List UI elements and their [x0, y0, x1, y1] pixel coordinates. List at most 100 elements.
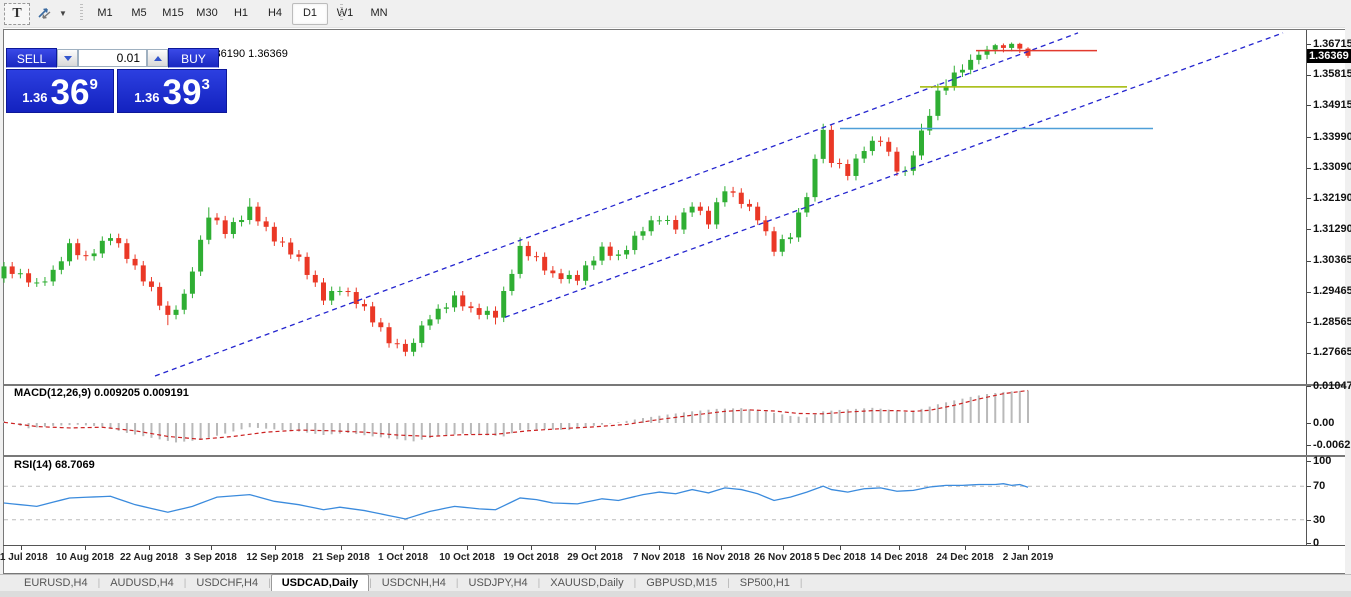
- indicator-tick-label: 30: [1313, 513, 1326, 526]
- price-tick-mark: [1307, 167, 1311, 169]
- sell-price-big: 36: [50, 73, 90, 112]
- one-click-trading-panel: SELL BUY 1.36 36 9 1.36 39 3: [6, 48, 227, 114]
- chart-tab-usdchf-h4[interactable]: USDCHF,H4: [186, 575, 268, 591]
- date-tick-mark: [275, 546, 276, 550]
- date-tick-mark: [403, 546, 404, 550]
- date-tick-mark: [1028, 546, 1029, 550]
- date-tick-label: 29 Oct 2018: [567, 552, 623, 563]
- price-tick-label: 1.27665: [1313, 346, 1351, 359]
- date-tick-mark: [721, 546, 722, 550]
- price-tick-mark: [1307, 352, 1311, 354]
- price-tick-label: 1.28565: [1313, 315, 1351, 328]
- price-tick-mark: [1307, 291, 1311, 293]
- sell-button[interactable]: SELL: [6, 48, 57, 68]
- indicator-tick-label: 70: [1313, 479, 1326, 492]
- chart-tab-audusd-h4[interactable]: AUDUSD,H4: [100, 575, 184, 591]
- chart-tab-eurusd-h4[interactable]: EURUSD,H4: [14, 575, 98, 591]
- lot-increase-button[interactable]: [147, 49, 168, 67]
- indicator-tick-mark: [1307, 543, 1311, 544]
- price-tick-mark: [1307, 137, 1311, 139]
- chart-tab-usdjpy-h4[interactable]: USDJPY,H4: [459, 575, 538, 591]
- date-tick-label: 10 Aug 2018: [56, 552, 114, 563]
- date-tick-mark: [595, 546, 596, 550]
- date-tick-mark: [899, 546, 900, 550]
- window-bottom-border: [0, 591, 1351, 597]
- chart-tab-usdcad-daily[interactable]: USDCAD,Daily: [270, 574, 370, 592]
- price-tick-label: 1.35815: [1313, 68, 1351, 81]
- date-tick-label: 24 Dec 2018: [936, 552, 994, 563]
- date-tick-mark: [21, 546, 22, 550]
- date-tick-mark: [659, 546, 660, 550]
- price-tick-label: 1.33090: [1313, 161, 1351, 174]
- date-tick-label: 7 Nov 2018: [632, 552, 686, 563]
- indicator-tick-label: -0.006218: [1313, 438, 1351, 451]
- indicator-tick-mark: [1307, 486, 1311, 487]
- indicator-tick-mark: [1307, 461, 1311, 462]
- sell-price-display[interactable]: 1.36 36 9: [6, 69, 114, 113]
- tab-separator: |: [799, 577, 803, 589]
- price-tick-mark: [1307, 322, 1311, 324]
- date-tick-mark: [341, 546, 342, 550]
- price-tick-mark: [1307, 198, 1311, 200]
- date-tick-mark: [840, 546, 841, 550]
- date-tick-mark: [85, 546, 86, 550]
- buy-price-prefix: 1.36: [134, 90, 160, 105]
- date-tick-mark: [965, 546, 966, 550]
- price-tick-label: 1.29465: [1313, 285, 1351, 297]
- indicator-tick-mark: [1307, 520, 1311, 521]
- buy-price-display[interactable]: 1.36 39 3: [117, 69, 227, 113]
- mt4-window: T ▼ M1M5M15M30H1H4D1W1MN ▲USDCAD,Daily 1…: [0, 0, 1351, 597]
- price-tick-mark: [1307, 229, 1311, 231]
- sell-price-sup: 9: [89, 76, 98, 93]
- chart-tab-bar: EURUSD,H4 | AUDUSD,H4 | USDCHF,H4 | USDCAD,Dai…: [0, 574, 1351, 592]
- indicator-tick-mark: [1307, 386, 1311, 387]
- lot-size-input[interactable]: [78, 49, 147, 67]
- buy-price-big: 39: [162, 73, 202, 112]
- indicator-tick-label: 0.00: [1313, 416, 1335, 429]
- date-tick-label: 5 Dec 2018: [814, 552, 866, 563]
- date-tick-mark: [211, 546, 212, 550]
- indicator-tick-label: 0.010474: [1313, 379, 1351, 392]
- date-tick-label: 10 Oct 2018: [439, 552, 495, 563]
- date-tick-label: 22 Aug 2018: [120, 552, 178, 563]
- date-tick-mark: [783, 546, 784, 550]
- indicator-tick-mark: [1307, 423, 1311, 424]
- date-tick-mark: [467, 546, 468, 550]
- date-tick-mark: [149, 546, 150, 550]
- price-tick-mark: [1307, 74, 1311, 76]
- price-tick-mark: [1307, 44, 1311, 45]
- chart-tab-sp500-h1[interactable]: SP500,H1: [730, 575, 800, 591]
- triangle-up-icon: [153, 55, 162, 61]
- date-tick-label: 1 Oct 2018: [377, 552, 429, 563]
- date-tick-label: 2 Jan 2019: [1002, 552, 1054, 563]
- date-tick-label: 16 Nov 2018: [692, 552, 750, 563]
- date-tick-label: 12 Sep 2018: [246, 552, 304, 563]
- date-tick-label: 31 Jul 2018: [0, 552, 48, 563]
- macd-indicator-label: MACD(12,26,9) 0.009205 0.009191: [14, 387, 189, 399]
- lot-decrease-button[interactable]: [57, 49, 78, 67]
- price-tick-label: 1.30365: [1313, 254, 1351, 267]
- indicator-tick-mark: [1307, 445, 1311, 446]
- buy-button[interactable]: BUY: [168, 48, 219, 68]
- price-tick-mark: [1307, 260, 1311, 262]
- date-tick-label: 3 Sep 2018: [185, 552, 237, 563]
- current-price-tag: 1.36369: [1307, 48, 1351, 63]
- date-tick-mark: [531, 546, 532, 550]
- indicator-tick-label: 0: [1313, 536, 1320, 549]
- triangle-down-icon: [63, 55, 72, 61]
- chart-tab-xauusd-daily[interactable]: XAUUSD,Daily: [540, 575, 633, 591]
- price-tick-label: 1.31290: [1313, 222, 1351, 235]
- price-tick-mark: [1307, 105, 1311, 107]
- chart-tab-gbpusd-m15[interactable]: GBPUSD,M15: [636, 575, 727, 591]
- date-tick-label: 26 Nov 2018: [754, 552, 812, 563]
- sell-price-prefix: 1.36: [22, 90, 48, 105]
- indicator-tick-label: 100: [1313, 454, 1332, 467]
- date-tick-label: 19 Oct 2018: [503, 552, 559, 563]
- buy-price-sup: 3: [201, 76, 210, 93]
- date-tick-label: 21 Sep 2018: [312, 552, 370, 563]
- date-tick-label: 14 Dec 2018: [870, 552, 928, 563]
- price-tick-label: 1.33990: [1313, 130, 1351, 143]
- price-tick-label: 1.34915: [1313, 98, 1351, 111]
- rsi-indicator-label: RSI(14) 68.7069: [14, 459, 95, 471]
- chart-tab-usdcnh-h4[interactable]: USDCNH,H4: [372, 575, 456, 591]
